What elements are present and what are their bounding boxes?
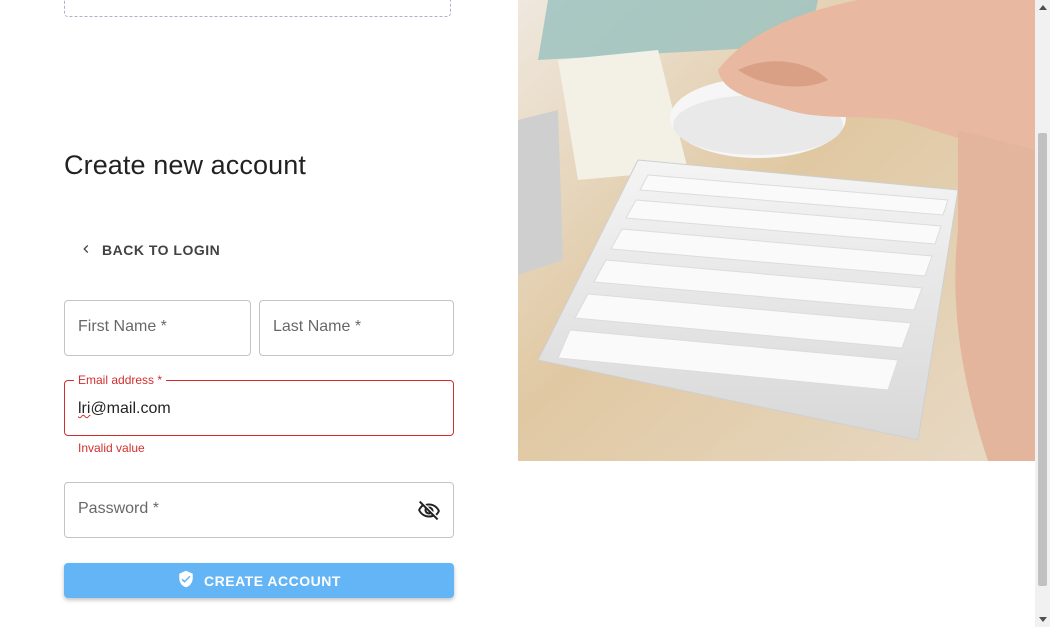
hero-photo [518, 0, 1035, 461]
upload-dropzone[interactable] [64, 0, 451, 17]
email-field[interactable]: Email address * lri@mail.com [64, 373, 454, 436]
password-field[interactable]: Password * [64, 482, 454, 538]
email-error-text: Invalid value [78, 441, 145, 455]
first-name-field[interactable]: First Name * [64, 300, 251, 356]
verified-shield-icon [177, 570, 195, 591]
last-name-label: Last Name * [273, 318, 362, 335]
keyboard-and-mouse-illustration [518, 0, 1035, 461]
back-to-login-button[interactable]: BACK TO LOGIN [70, 234, 228, 266]
create-account-label: CREATE ACCOUNT [204, 572, 341, 589]
back-to-login-label: BACK TO LOGIN [102, 242, 221, 258]
email-value-rest: @mail.com [90, 400, 171, 417]
scroll-up-arrow-icon[interactable] [1039, 5, 1047, 10]
create-account-button[interactable]: CREATE ACCOUNT [64, 563, 454, 598]
password-label: Password * [78, 500, 159, 517]
eye-off-icon[interactable] [417, 499, 441, 523]
last-name-field[interactable]: Last Name * [259, 300, 454, 356]
email-value: lri@mail.com [78, 400, 171, 418]
scroll-down-arrow-icon[interactable] [1039, 617, 1047, 622]
email-value-misspelled: lri [78, 400, 91, 417]
chevron-left-icon [78, 241, 94, 260]
page-scrollbar[interactable] [1035, 0, 1050, 627]
first-name-label: First Name * [78, 318, 167, 335]
page-title: Create new account [64, 150, 306, 180]
email-label: Email address * [74, 373, 167, 387]
scrollbar-thumb[interactable] [1038, 133, 1047, 586]
